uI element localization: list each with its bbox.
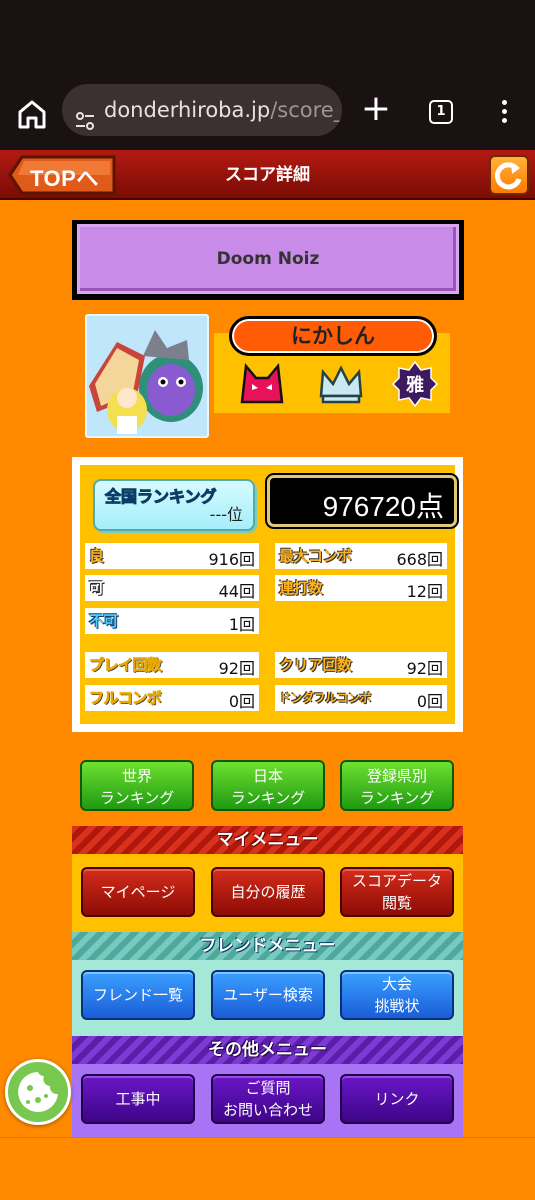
url-domain: donderhiroba.jp [104,98,271,122]
stat-value: 92回 [218,659,255,678]
avatar [85,314,209,438]
friend-menu-body: フレンド一覧 ユーザー検索 大会 挑戦状 [72,960,463,1036]
stat-full-combo: フルコンボ 0回 [85,685,259,711]
score-panel: 全国ランキング ---位 976720点 良 916回 可 44回 不可 1回 … [72,457,463,732]
stat-value: 0回 [416,692,443,711]
stat-label: 可 [89,579,104,597]
other-menu-header: その他メニュー [72,1036,463,1064]
world-ranking-button[interactable]: 世界 ランキング [80,760,194,811]
page-title: スコア詳細 [225,165,310,185]
friend-menu-header: フレンドメニュー [72,932,463,960]
page-header: TOPへ スコア詳細 [0,150,535,200]
score-panel-inner: 全国ランキング ---位 976720点 良 916回 可 44回 不可 1回 … [80,465,457,724]
address-bar[interactable]: donderhiroba.jp/score_c [62,84,342,136]
svg-text:雅: 雅 [405,374,424,396]
under-construction-button[interactable]: 工事中 [81,1074,195,1124]
my-menu-title: マイメニュー [216,830,319,850]
score-data-button[interactable]: スコアデータ 閲覧 [340,867,454,917]
friend-menu-title: フレンドメニュー [199,936,336,956]
crown-icon [317,362,365,406]
stat-label: 最大コンボ [279,547,352,565]
oni-icon [238,362,286,406]
stat-drumroll: 連打数 12回 [275,575,447,601]
stat-label: クリア回数 [279,656,352,674]
my-menu-header: マイメニュー [72,826,463,854]
more-options-icon[interactable] [490,98,518,128]
tab-switcher-button[interactable]: 1 [429,100,453,124]
japan-ranking-button[interactable]: 日本 ランキング [211,760,325,811]
site-settings-icon[interactable] [74,99,96,130]
stat-value: 44回 [218,582,255,601]
status-bar [0,0,535,72]
new-tab-icon[interactable]: + [360,91,392,127]
browser-toolbar: donderhiroba.jp/score_c + 1 [0,72,535,150]
stat-donderful-combo: ドンダフルコンボ 0回 [275,685,447,711]
stat-clear-count: クリア回数 92回 [275,652,447,678]
player-name: にかしん [229,316,437,356]
page-footer [0,1137,535,1200]
stat-label: フルコンボ [89,689,163,708]
reload-icon[interactable] [489,155,529,195]
national-ranking-label: 全国ランキング [105,487,218,507]
stat-ok: 可 44回 [85,575,259,601]
stat-value: 92回 [406,659,443,678]
stat-play-count: プレイ回数 92回 [85,652,259,678]
song-title: Doom Noiz [77,224,459,294]
stat-label: ドンダフルコンボ [279,691,371,705]
links-button[interactable]: リンク [340,1074,454,1124]
cookie-settings-button[interactable] [5,1059,71,1125]
other-menu-body: 工事中 ご質問 お問い合わせ リンク [72,1064,463,1137]
song-title-frame: Doom Noiz [72,220,464,300]
url-path: /score_c [270,98,342,122]
stat-max-combo: 最大コンボ 668回 [275,543,447,569]
score-points-box: 976720点 [267,475,457,527]
stat-value: 668回 [396,550,443,569]
stat-label: 連打数 [279,579,323,597]
contact-button[interactable]: ご質問 お問い合わせ [211,1074,325,1124]
stat-label: 良 [89,547,104,565]
stat-value: 916回 [208,550,255,569]
national-ranking-value: ---位 [209,505,243,524]
other-menu-title: その他メニュー [208,1040,327,1060]
score-points: 976720点 [322,491,444,522]
stat-good: 良 916回 [85,543,259,569]
prefecture-ranking-button[interactable]: 登録県別 ランキング [340,760,454,811]
stat-label: 不可 [89,612,119,630]
stat-label: プレイ回数 [89,656,163,675]
friend-list-button[interactable]: フレンド一覧 [81,970,195,1020]
user-search-button[interactable]: ユーザー検索 [211,970,325,1020]
home-icon[interactable] [14,96,50,132]
my-history-button[interactable]: 自分の履歴 [211,867,325,917]
dan-miyabi-icon: 雅 [391,360,439,408]
stat-value: 12回 [406,582,443,601]
stat-value: 1回 [228,615,255,634]
cookie-icon [18,1072,58,1112]
my-menu-body: マイページ 自分の履歴 スコアデータ 閲覧 [72,854,463,932]
stat-value: 0回 [228,692,255,711]
stat-bad: 不可 1回 [85,608,259,634]
my-page-button[interactable]: マイページ [81,867,195,917]
tournament-challenge-button[interactable]: 大会 挑戦状 [340,970,454,1020]
national-ranking-box: 全国ランキング ---位 [93,479,255,531]
